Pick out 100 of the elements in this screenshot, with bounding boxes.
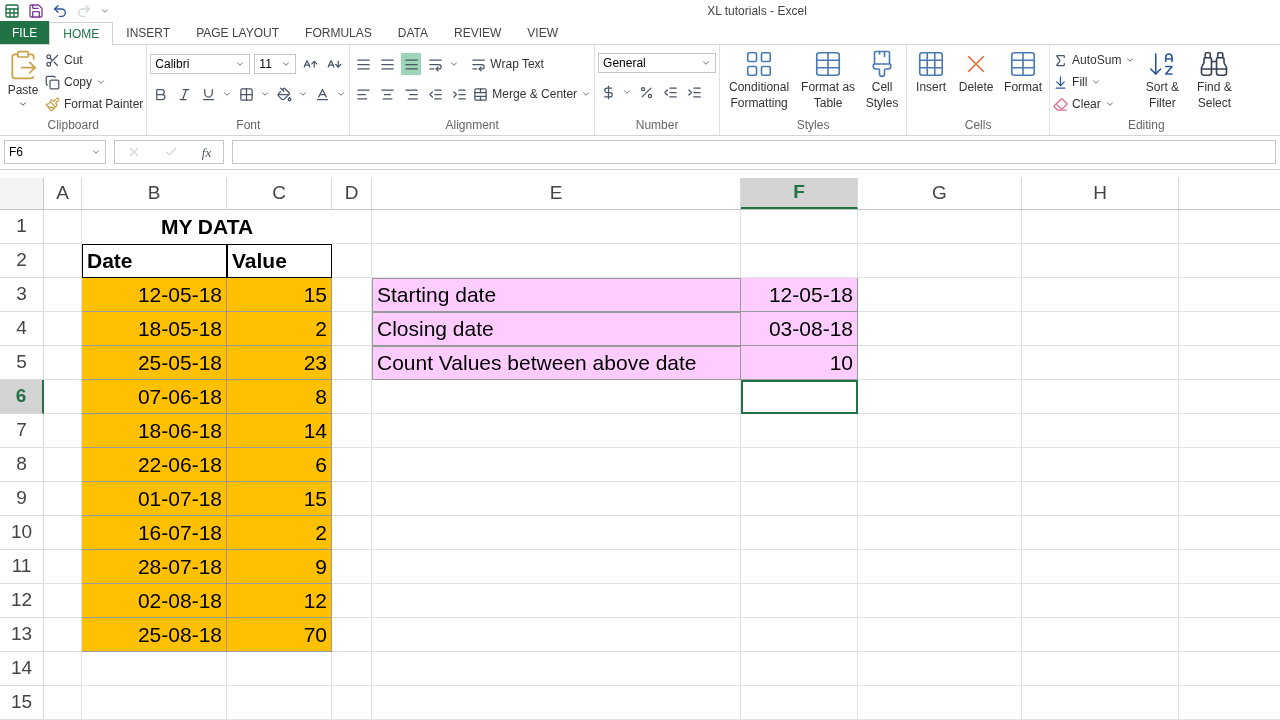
row-header[interactable]: 9 [0, 482, 44, 516]
ribbon-button[interactable]: Copy [45, 71, 92, 94]
table-cell[interactable]: 15 [227, 482, 332, 516]
table-cell[interactable]: 01-07-18 [82, 482, 227, 516]
ribbon-tab[interactable]: VIEW [514, 21, 571, 45]
ribbon-button[interactable]: Clear [1053, 93, 1101, 116]
table-cell[interactable]: 23 [227, 346, 332, 380]
ribbon-icon [427, 56, 443, 72]
table-cell[interactable]: 16-07-18 [82, 516, 227, 550]
ribbon-button[interactable]: AutoSum [1053, 49, 1122, 72]
table-cell[interactable]: 12-05-18 [82, 278, 227, 312]
ribbon-button[interactable]: Insert [910, 49, 953, 96]
column-header[interactable]: B [82, 178, 227, 209]
ribbon-button[interactable]: Cut [45, 49, 144, 72]
table-cell[interactable]: 18-05-18 [82, 312, 227, 346]
ribbon-tab[interactable]: INSERT [113, 21, 184, 45]
ribbon-icon [1053, 96, 1069, 112]
header-cell[interactable]: Value [227, 244, 332, 278]
table-cell[interactable]: Count Values between above date [372, 346, 741, 380]
ribbon-icon [638, 84, 654, 100]
name-box[interactable]: F6 [4, 140, 106, 165]
ribbon-button[interactable]: Format as Table [797, 49, 860, 112]
row-header[interactable]: 15 [0, 686, 44, 720]
ribbon-icon [473, 86, 489, 102]
ribbon-icon [45, 74, 60, 90]
row-header[interactable]: 3 [0, 278, 44, 312]
column-header[interactable]: D [332, 178, 372, 209]
ribbon-button[interactable]: Format [1000, 49, 1047, 96]
row-header[interactable]: 8 [0, 448, 44, 482]
table-cell [44, 210, 82, 244]
table-cell[interactable]: 15 [227, 278, 332, 312]
table-cell[interactable]: 10 [741, 346, 858, 380]
column-header[interactable]: C [227, 178, 332, 209]
row-header[interactable]: 12 [0, 584, 44, 618]
table-cell[interactable]: 70 [227, 618, 332, 652]
table-cell[interactable]: 14 [227, 414, 332, 448]
ribbon-tab[interactable]: REVIEW [441, 21, 515, 45]
ribbon-button[interactable]: Find & Select [1189, 49, 1240, 112]
ribbon-tab[interactable]: DATA [384, 21, 441, 45]
table-cell[interactable]: 25-08-18 [82, 618, 227, 652]
active-cell[interactable] [741, 380, 858, 414]
ribbon-button[interactable]: Format Painter [45, 93, 144, 116]
table-cell[interactable]: 2 [227, 312, 332, 346]
title-cell[interactable]: MY DATA [82, 210, 332, 244]
file-tab[interactable]: FILE [0, 21, 50, 45]
ribbon-icon [314, 86, 330, 102]
table-cell[interactable]: 9 [227, 550, 332, 584]
table-cell [44, 244, 82, 278]
row-header[interactable]: 14 [0, 652, 44, 686]
formula-input[interactable] [232, 140, 1276, 165]
row-header[interactable]: 5 [0, 346, 44, 380]
column-header[interactable]: F [741, 178, 858, 209]
header-cell[interactable]: Date [82, 244, 227, 278]
undo-icon[interactable] [52, 3, 68, 19]
row-header[interactable]: 4 [0, 312, 44, 346]
ribbon-tab[interactable]: FORMULAS [292, 21, 385, 45]
ribbon-button[interactable]: Conditional Formatting [723, 49, 796, 112]
table-cell[interactable]: 22-06-18 [82, 448, 227, 482]
row-header[interactable]: 6 [0, 380, 44, 414]
row-header[interactable]: 11 [0, 550, 44, 584]
ribbon-button[interactable]: Merge & Center [473, 83, 578, 106]
ribbon-tab[interactable]: PAGE LAYOUT [183, 21, 293, 45]
table-cell [44, 686, 82, 720]
row-header[interactable]: 10 [0, 516, 44, 550]
table-cell [332, 652, 372, 686]
table-cell[interactable]: 12-05-18 [741, 278, 858, 312]
ribbon-tab[interactable]: HOME [49, 22, 114, 46]
insert-function-button[interactable]: fx [201, 142, 212, 163]
table-cell[interactable]: Closing date [372, 312, 741, 346]
table-cell[interactable]: 07-06-18 [82, 380, 227, 414]
table-cell[interactable]: 8 [227, 380, 332, 414]
table-cell[interactable]: 03-08-18 [741, 312, 858, 346]
font-name-dropdown[interactable]: Calibri [150, 54, 251, 75]
number-format-dropdown[interactable]: General [598, 53, 717, 74]
row-header[interactable]: 13 [0, 618, 44, 652]
table-cell [44, 652, 82, 686]
table-cell[interactable]: 2 [227, 516, 332, 550]
table-cell[interactable]: 12 [227, 584, 332, 618]
ribbon-button[interactable]: Cell Styles [861, 49, 904, 112]
table-cell[interactable]: 02-08-18 [82, 584, 227, 618]
row-header[interactable]: 7 [0, 414, 44, 448]
column-header[interactable]: H [1022, 178, 1179, 209]
ribbon-button[interactable]: Wrap Text [471, 53, 544, 76]
ribbon-button[interactable]: Delete [954, 49, 999, 96]
column-header[interactable]: G [858, 178, 1022, 209]
row-header[interactable]: 1 [0, 210, 44, 244]
table-cell[interactable]: Starting date [372, 278, 741, 312]
ribbon-icon [45, 96, 60, 112]
row-header[interactable]: 2 [0, 244, 44, 278]
table-cell[interactable]: 28-07-18 [82, 550, 227, 584]
ribbon-button[interactable]: Sort & Filter [1137, 49, 1188, 112]
table-cell[interactable]: 18-06-18 [82, 414, 227, 448]
save-icon[interactable] [28, 3, 44, 19]
table-cell[interactable]: 25-05-18 [82, 346, 227, 380]
ribbon-icon-button[interactable] [401, 53, 422, 76]
table-cell[interactable]: 6 [227, 448, 332, 482]
ribbon-button[interactable]: Fill [1053, 71, 1088, 94]
paste-button[interactable]: Paste [3, 49, 43, 110]
font-size-dropdown[interactable]: 11 [254, 54, 297, 75]
column-header[interactable]: A [44, 178, 82, 209]
